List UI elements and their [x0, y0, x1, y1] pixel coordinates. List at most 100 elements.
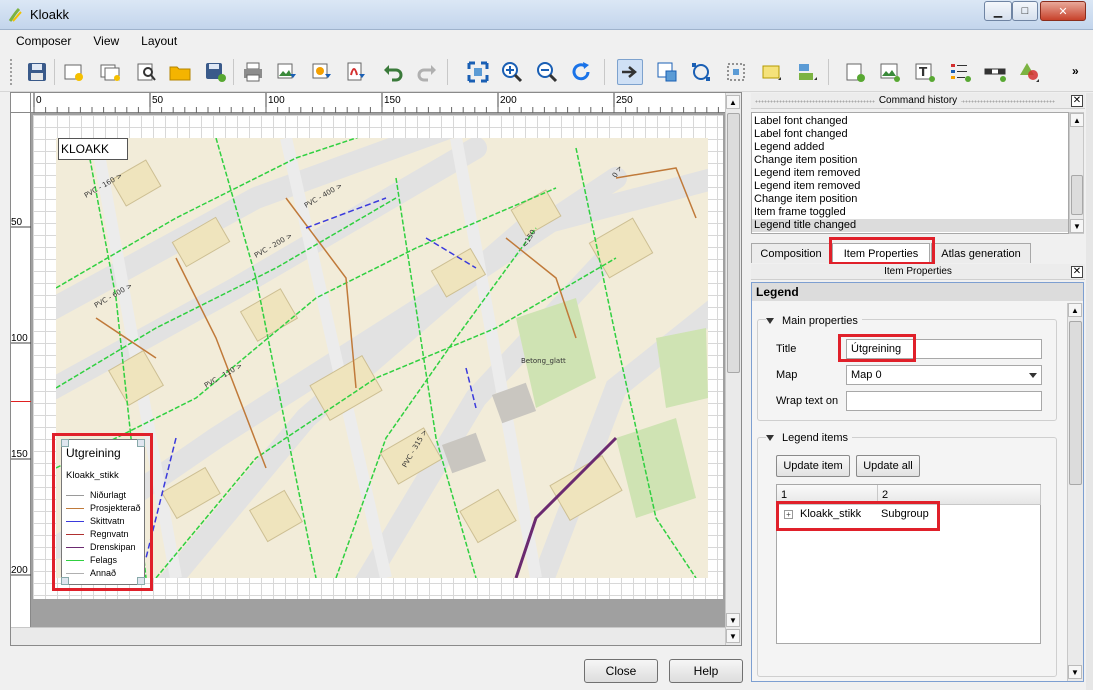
- horizontal-ruler: 0 50 100 150 200 250: [31, 93, 725, 113]
- highlight-title-input: [838, 334, 916, 362]
- command-history-list[interactable]: Label font changed Label font changed Le…: [751, 112, 1069, 234]
- redo-button[interactable]: [414, 59, 440, 85]
- history-item[interactable]: Label font changed: [754, 128, 848, 141]
- add-shape-icon: [1020, 63, 1039, 82]
- select-move-icon: [622, 66, 637, 78]
- undo-button[interactable]: [380, 59, 406, 85]
- scroll-down-arrow[interactable]: ▼: [1068, 665, 1082, 679]
- scroll-thumb[interactable]: [727, 113, 740, 373]
- align-items-button[interactable]: [794, 59, 820, 85]
- add-map-button[interactable]: [842, 59, 868, 85]
- add-label-button[interactable]: T: [912, 59, 938, 85]
- toolbar-grip[interactable]: [9, 58, 13, 86]
- edit-nodes-button[interactable]: [688, 59, 714, 85]
- add-scalebar-button[interactable]: [982, 59, 1008, 85]
- composer-manager-button[interactable]: [133, 59, 159, 85]
- add-shape-button[interactable]: [1016, 59, 1042, 85]
- wrap-text-label: Wrap text on: [776, 395, 839, 407]
- history-item[interactable]: Item frame toggled: [754, 206, 846, 219]
- canvas-horizontal-scrollbar[interactable]: [11, 627, 725, 645]
- tab-composition[interactable]: Composition: [751, 243, 831, 263]
- tab-atlas-generation[interactable]: Atlas generation: [931, 243, 1031, 263]
- move-content-button[interactable]: [654, 59, 680, 85]
- refresh-button[interactable]: [568, 59, 594, 85]
- select-area-button[interactable]: [723, 59, 749, 85]
- zoom-in-button[interactable]: [499, 59, 525, 85]
- scroll-down-arrow[interactable]: ▼: [726, 629, 740, 643]
- canvas-vertical-scrollbar[interactable]: ▲ ▼ ▼: [725, 93, 741, 645]
- group-items-button[interactable]: [759, 59, 785, 85]
- wrap-text-input[interactable]: [846, 391, 1042, 411]
- export-pdf-icon: [347, 62, 365, 81]
- print-button[interactable]: [240, 59, 266, 85]
- close-item-properties-button[interactable]: ✕: [1071, 266, 1083, 278]
- close-command-history-button[interactable]: ✕: [1071, 95, 1083, 107]
- item-properties-dock-title: Item Properties: [751, 264, 1085, 280]
- history-item[interactable]: Legend item removed: [754, 180, 860, 193]
- composer-canvas[interactable]: 0 50 100 150 200 250 50 100 150 200 PVC …: [10, 92, 742, 646]
- close-button[interactable]: Close: [584, 659, 658, 683]
- ruler-tick-label: 150: [384, 95, 401, 106]
- minimize-button[interactable]: ▁: [984, 1, 1012, 21]
- save-template-icon: [206, 63, 226, 82]
- close-window-button[interactable]: ✕: [1040, 1, 1086, 21]
- map-item[interactable]: PVC - 160 > PVC - 400 > PVC - 110 > PVC …: [56, 138, 708, 578]
- history-item[interactable]: Change item position: [754, 154, 857, 167]
- scroll-up-arrow[interactable]: ▲: [1070, 113, 1084, 127]
- properties-scrollbar[interactable]: ▲ ▼: [1067, 303, 1083, 681]
- history-item[interactable]: Legend item removed: [754, 167, 860, 180]
- vertical-ruler: 50 100 150 200: [11, 113, 31, 627]
- menu-layout[interactable]: Layout: [137, 32, 181, 50]
- highlight-item-properties-tab: [829, 237, 935, 265]
- add-image-button[interactable]: [877, 59, 903, 85]
- map-select[interactable]: Map 0: [846, 365, 1042, 385]
- select-move-item-button[interactable]: [617, 59, 643, 85]
- duplicate-composer-icon: [100, 64, 120, 81]
- menu-bar: Composer View Layout: [0, 30, 1093, 52]
- update-item-button[interactable]: Update item: [776, 455, 850, 477]
- refresh-icon: [572, 62, 590, 81]
- duplicate-composer-button[interactable]: [97, 59, 123, 85]
- scroll-down-arrow[interactable]: ▼: [726, 613, 740, 627]
- history-item[interactable]: Label font changed: [754, 115, 848, 128]
- edit-nodes-icon: [692, 63, 710, 81]
- cursor-marker-vertical: [11, 401, 31, 402]
- map-title-label-item[interactable]: KLOAKK: [58, 138, 128, 160]
- scroll-up-arrow[interactable]: ▲: [1068, 303, 1082, 317]
- save-project-button[interactable]: [24, 59, 50, 85]
- ruler-tick-label: 150: [11, 449, 28, 460]
- export-svg-button[interactable]: [309, 59, 335, 85]
- ruler-tick-label: 50: [152, 95, 164, 106]
- toolbar-overflow-button[interactable]: »: [1072, 64, 1079, 78]
- close-icon: ✕: [1072, 95, 1082, 106]
- open-template-button[interactable]: [167, 59, 193, 85]
- composition-page[interactable]: PVC - 160 > PVC - 400 > PVC - 110 > PVC …: [33, 115, 723, 599]
- history-item[interactable]: Legend added: [754, 141, 824, 154]
- history-scrollbar[interactable]: ▲ ▼: [1069, 112, 1084, 234]
- new-composer-button[interactable]: [60, 59, 86, 85]
- menu-composer[interactable]: Composer: [12, 32, 75, 50]
- export-image-button[interactable]: [274, 59, 300, 85]
- add-legend-button[interactable]: [947, 59, 973, 85]
- scroll-thumb[interactable]: [1069, 321, 1082, 485]
- scroll-thumb[interactable]: [1071, 175, 1083, 215]
- zoom-out-button[interactable]: [534, 59, 560, 85]
- menu-view[interactable]: View: [89, 32, 123, 50]
- new-composer-icon: [64, 64, 83, 81]
- scroll-up-arrow[interactable]: ▲: [726, 95, 740, 109]
- legend-items-label: Legend items: [782, 432, 849, 444]
- export-pdf-button[interactable]: [343, 59, 369, 85]
- history-item[interactable]: Change item position: [754, 193, 857, 206]
- maximize-button[interactable]: □: [1012, 1, 1038, 21]
- save-template-button[interactable]: [202, 59, 228, 85]
- help-button[interactable]: Help: [669, 659, 743, 683]
- legend-items-header[interactable]: Legend items: [766, 432, 853, 444]
- zoom-full-button[interactable]: [465, 59, 491, 85]
- scroll-down-arrow[interactable]: ▼: [1070, 219, 1084, 233]
- main-properties-label: Main properties: [782, 315, 858, 327]
- qgis-app-icon: [8, 7, 22, 22]
- update-all-button[interactable]: Update all: [856, 455, 920, 477]
- main-properties-header[interactable]: Main properties: [766, 315, 862, 327]
- add-image-icon: [880, 63, 900, 82]
- history-item-selected[interactable]: Legend title changed: [752, 219, 1068, 232]
